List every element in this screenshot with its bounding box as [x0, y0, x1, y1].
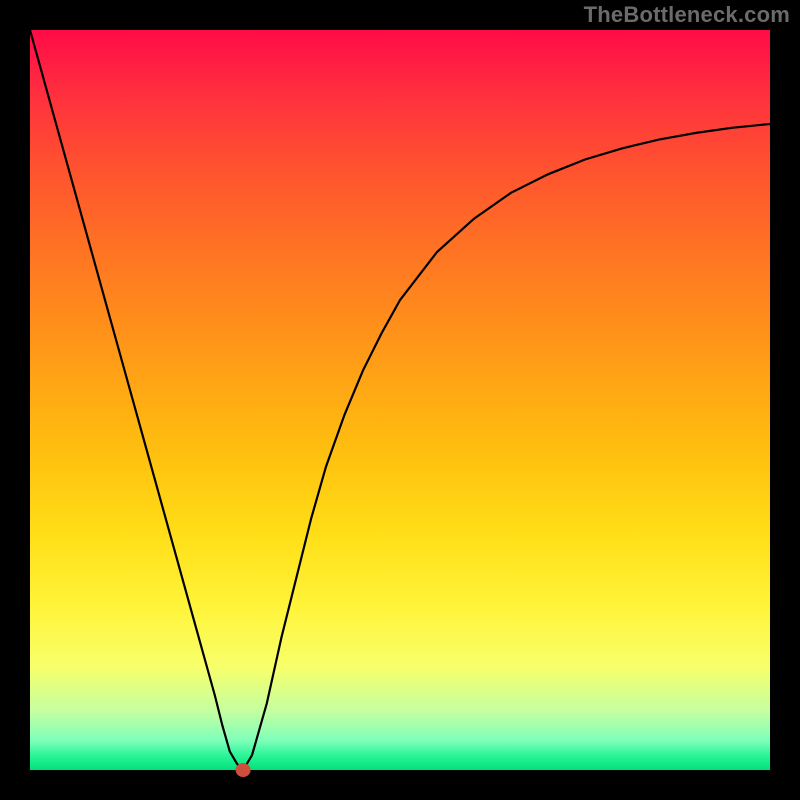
chart-frame: TheBottleneck.com [0, 0, 800, 800]
attribution-text: TheBottleneck.com [584, 2, 790, 28]
min-marker-icon [236, 764, 250, 777]
bottleneck-curve [30, 30, 770, 770]
plot-area [30, 30, 770, 770]
chart-svg [30, 30, 770, 770]
